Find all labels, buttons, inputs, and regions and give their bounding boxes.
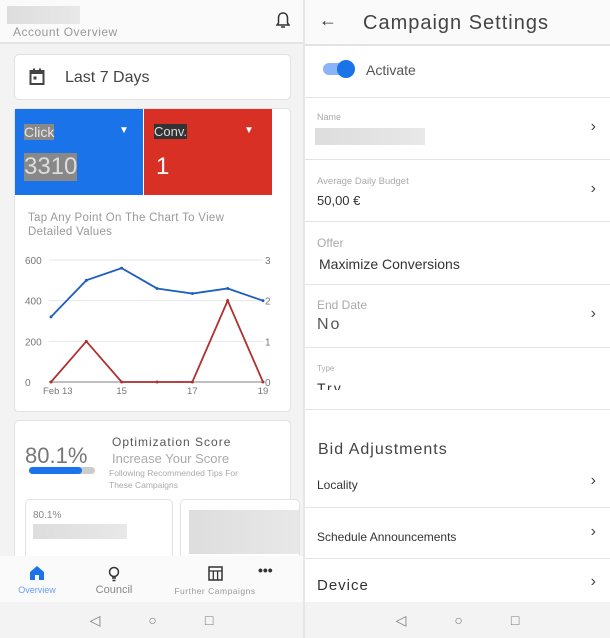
chevron-right-icon: ›: [590, 573, 596, 590]
chevron-right-icon: ›: [590, 180, 596, 197]
field-type[interactable]: Type Try: [305, 348, 610, 410]
data-point: [49, 315, 53, 319]
data-point: [261, 380, 265, 384]
recents-icon[interactable]: □: [205, 612, 213, 628]
x-tick-label: 17: [187, 386, 198, 397]
data-point: [226, 286, 230, 290]
data-point: [84, 339, 88, 343]
nav-label: Council: [95, 584, 133, 596]
data-point: [155, 286, 159, 290]
top-bar: ← Campaign Settings: [305, 0, 610, 46]
adjustment-device[interactable]: Device ›: [305, 559, 610, 602]
field-label: Type: [317, 364, 335, 373]
field-value: Try: [317, 380, 343, 390]
field-value: Maximize Conversions: [319, 256, 460, 272]
score-progress-bar: [29, 467, 95, 474]
field-label: Offer: [317, 236, 344, 250]
field-label: Name: [317, 112, 342, 122]
section-title: Bid Adjustments: [318, 441, 448, 458]
back-icon[interactable]: ◁: [396, 612, 407, 629]
nav-label: Further Campaigns: [174, 586, 256, 596]
nav-council[interactable]: Council: [90, 566, 138, 596]
x-tick-label: 19: [258, 386, 269, 397]
left-tick-label: 600: [25, 256, 42, 267]
activate-row[interactable]: Activate: [305, 48, 610, 98]
back-arrow-icon[interactable]: ←: [319, 10, 337, 31]
field-offer[interactable]: Offer Maximize Conversions: [305, 222, 610, 285]
field-value: 50,00 €: [317, 193, 361, 208]
performance-chart[interactable]: 0 0200 1400 2600 3Feb 13 15 17 19: [1, 1, 303, 413]
left-tick-label: 0: [25, 378, 31, 389]
optimization-subtitle: Increase Your Score: [112, 451, 230, 466]
field-budget[interactable]: Average Daily Budget 50,00 € ›: [305, 160, 610, 222]
data-point: [261, 299, 265, 303]
campaign-score: 80.1%: [33, 510, 62, 521]
system-nav: ◁ ○ □: [305, 602, 610, 638]
table-icon: [207, 566, 223, 581]
bottom-nav: Overview Council Further Campaigns •••: [0, 556, 303, 602]
chevron-right-icon: ›: [590, 523, 596, 540]
x-tick-label: Feb 13: [43, 386, 73, 397]
optimization-title: Optimization Score: [112, 435, 232, 449]
data-point: [155, 380, 159, 384]
data-point: [190, 380, 194, 384]
data-point: [226, 299, 230, 303]
activate-toggle[interactable]: [323, 60, 355, 78]
field-end-date[interactable]: End Date No ›: [305, 285, 610, 348]
right-tick-label: 2: [265, 297, 271, 308]
campaign-name-redacted: [33, 524, 127, 539]
adjustment-label: Schedule Announcements: [317, 530, 457, 544]
optimization-desc: Following Recommended Tips For These Cam…: [109, 468, 238, 490]
data-point: [120, 266, 124, 270]
adjustment-label: Locality: [317, 478, 358, 492]
nav-further-campaigns[interactable]: Further Campaigns: [160, 566, 270, 596]
right-tick-label: 1: [265, 337, 271, 348]
bid-adjustments-header: Bid Adjustments: [305, 410, 610, 458]
right-tick-label: 3: [265, 256, 271, 267]
field-value: No: [317, 316, 342, 333]
back-icon[interactable]: ◁: [90, 612, 101, 629]
data-point: [120, 380, 124, 384]
home-circle-icon[interactable]: ○: [454, 612, 462, 628]
campaign-settings-screen: ← Campaign Settings Activate Name › Aver…: [305, 0, 610, 638]
page-title: Campaign Settings: [363, 12, 549, 34]
left-tick-label: 200: [25, 337, 42, 348]
adjustment-schedule[interactable]: Schedule Announcements ›: [305, 508, 610, 559]
field-name[interactable]: Name ›: [305, 98, 610, 160]
nav-overview[interactable]: Overview: [12, 566, 62, 595]
left-tick-label: 400: [25, 297, 42, 308]
home-circle-icon[interactable]: ○: [148, 612, 156, 628]
optimization-score-card[interactable]: 80.1% Optimization Score Increase Your S…: [14, 420, 300, 579]
data-point: [84, 278, 88, 282]
adjustment-locality[interactable]: Locality ›: [305, 458, 610, 508]
score-progress-fill: [29, 467, 82, 474]
more-icon[interactable]: •••: [258, 562, 273, 578]
lightbulb-icon: [108, 566, 120, 582]
system-nav: ◁ ○ □: [0, 602, 303, 638]
chevron-right-icon: ›: [590, 472, 596, 489]
campaign-image-redacted: [189, 510, 299, 554]
recents-icon[interactable]: □: [511, 612, 519, 628]
adjustment-label: Device: [317, 577, 369, 594]
x-tick-label: 15: [116, 386, 127, 397]
activate-label: Activate: [366, 62, 416, 78]
data-point: [190, 292, 194, 296]
home-icon: [30, 566, 44, 580]
optimization-score-value: 80.1%: [25, 443, 88, 468]
chevron-right-icon: ›: [590, 118, 596, 135]
data-point: [49, 380, 53, 384]
nav-label: Overview: [18, 585, 56, 595]
campaign-name-redacted: [315, 128, 425, 145]
field-label: Average Daily Budget: [317, 176, 409, 187]
field-label: End Date: [317, 298, 368, 312]
account-overview-screen: Account Overview Last 7 Days Click ▼ 331…: [0, 0, 303, 638]
performance-card: Click ▼ 3310 Conv. ▼ 1 Tap Any Point On …: [14, 108, 291, 412]
chevron-right-icon: ›: [590, 305, 596, 322]
